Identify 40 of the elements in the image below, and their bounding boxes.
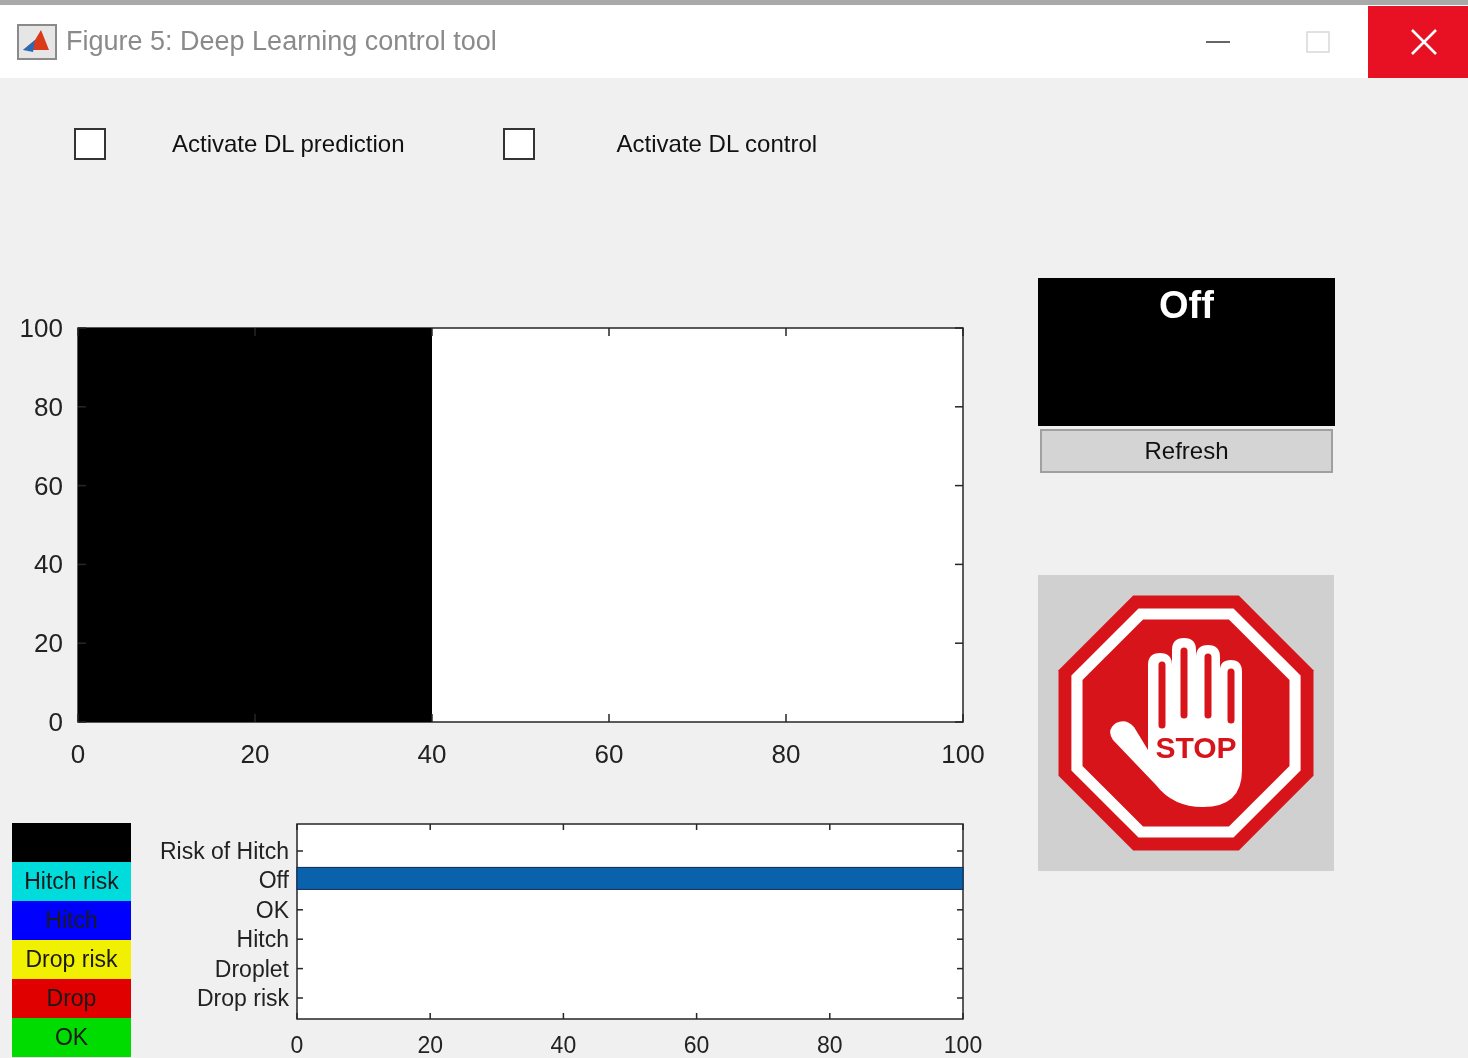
- y-tick-label: 20: [34, 628, 63, 659]
- y-tick-label: 40: [34, 549, 63, 580]
- category-label: Risk of Hitch: [159, 838, 289, 864]
- x-tick-label: 80: [817, 1032, 843, 1058]
- legend-swatch: OK: [12, 1018, 131, 1057]
- category-label: OK: [255, 896, 289, 923]
- x-tick-label: 60: [683, 1032, 710, 1058]
- y-tick-label: 100: [19, 313, 63, 343]
- checkbox[interactable]: [502, 128, 535, 160]
- x-tick-label: 40: [550, 1032, 577, 1058]
- category-label: Droplet: [214, 955, 289, 982]
- legend-swatch: Hitch risk: [12, 862, 131, 901]
- legend-swatch: Hitch: [12, 901, 131, 940]
- x-tick-label: 100: [941, 739, 985, 769]
- category-label: Drop risk: [197, 985, 289, 1011]
- x-tick-label: 60: [594, 739, 624, 769]
- legend-swatch: Drop: [12, 979, 131, 1018]
- status-display: Off: [1038, 278, 1335, 426]
- y-tick-label: 0: [48, 707, 63, 737]
- checkbox-label: Activate DL prediction: [172, 130, 405, 158]
- x-tick-label: 40: [417, 739, 447, 769]
- x-tick-label: 20: [240, 739, 270, 769]
- y-tick-label: 60: [34, 470, 63, 501]
- checkbox-label: Activate DL control: [616, 130, 818, 158]
- close-button[interactable]: [1368, 5, 1468, 78]
- x-tick-label: 80: [771, 739, 801, 769]
- y-tick-label: 80: [34, 391, 63, 422]
- x-tick-label: 0: [70, 739, 86, 769]
- checkbox[interactable]: [74, 128, 106, 160]
- app-icon: [17, 23, 57, 60]
- category-label: Hitch: [236, 926, 289, 953]
- x-tick-label: 100: [943, 1032, 983, 1058]
- category-label: Off: [258, 867, 289, 894]
- window-title: Figure 5: Deep Learning control tool: [66, 26, 497, 57]
- legend-swatch: Drop risk: [12, 940, 131, 979]
- stop-sign-icon: [1058, 595, 1314, 851]
- stop-button[interactable]: STOP: [1038, 575, 1334, 871]
- x-tick-label: 0: [290, 1032, 304, 1058]
- x-tick-label: 20: [417, 1032, 443, 1058]
- refresh-button[interactable]: Refresh: [1040, 429, 1333, 473]
